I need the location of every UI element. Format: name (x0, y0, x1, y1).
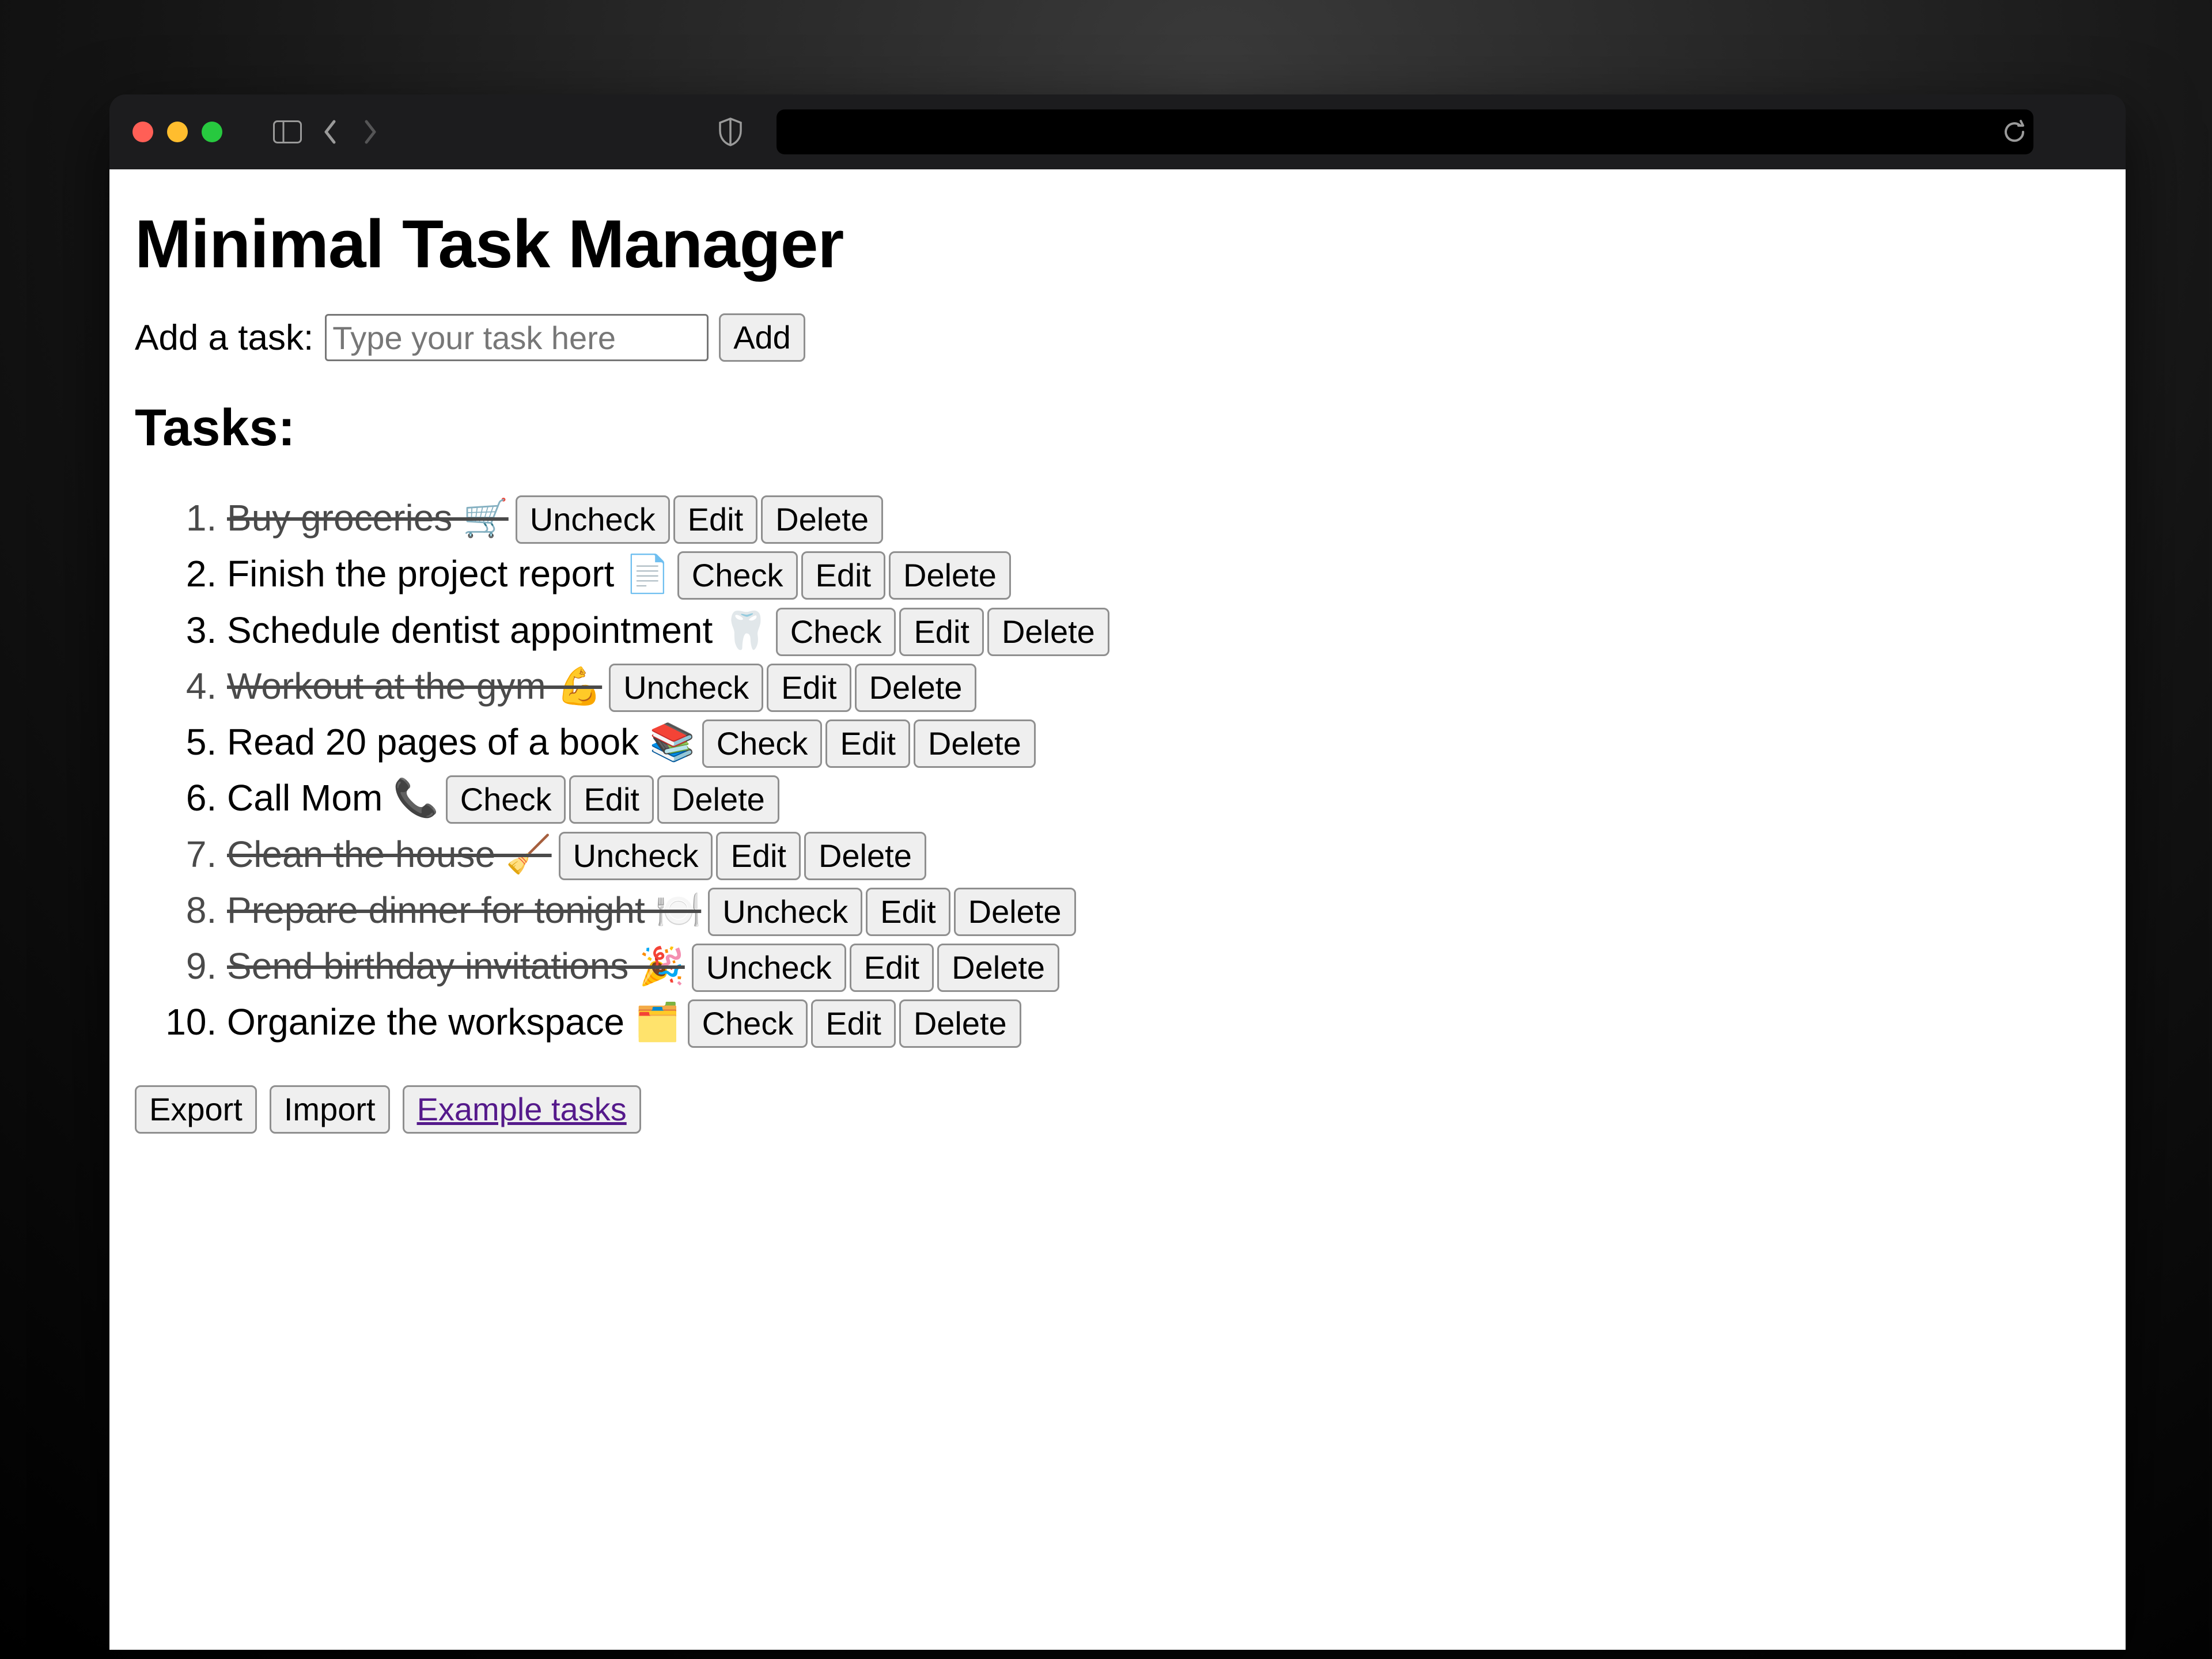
task-row-buttons: CheckEditDelete (442, 777, 779, 819)
delete-button[interactable]: Delete (954, 888, 1076, 936)
delete-button[interactable]: Delete (937, 944, 1059, 992)
task-row: Clean the house 🧹UncheckEditDelete (227, 827, 2100, 882)
delete-button[interactable]: Delete (804, 832, 926, 880)
address-bar[interactable] (777, 109, 2033, 154)
delete-button[interactable]: Delete (889, 551, 1011, 600)
task-row: Workout at the gym 💪UncheckEditDelete (227, 658, 2100, 714)
task-row-buttons: UncheckEditDelete (555, 834, 926, 875)
task-row: Finish the project report 📄CheckEditDele… (227, 546, 2100, 602)
page-title: Minimal Task Manager (135, 205, 2100, 283)
sidebar-toggle-icon[interactable] (273, 120, 302, 143)
tasks-heading: Tasks: (135, 399, 2100, 458)
edit-button[interactable]: Edit (569, 775, 654, 824)
example-tasks-button[interactable]: Example tasks (403, 1085, 641, 1134)
edit-button[interactable]: Edit (899, 608, 984, 656)
delete-button[interactable]: Delete (914, 719, 1036, 768)
task-text: Schedule dentist appointment 🦷 (227, 609, 769, 651)
task-text: Workout at the gym 💪 (227, 665, 602, 707)
privacy-shield-icon[interactable] (718, 117, 743, 147)
delete-button[interactable]: Delete (987, 608, 1109, 656)
edit-button[interactable]: Edit (673, 495, 758, 544)
edit-button[interactable]: Edit (850, 944, 934, 992)
task-text: Read 20 pages of a book 📚 (227, 721, 695, 763)
task-row-buttons: CheckEditDelete (674, 553, 1011, 594)
edit-button[interactable]: Edit (825, 719, 910, 768)
task-row: Read 20 pages of a book 📚CheckEditDelete (227, 714, 2100, 770)
task-row: Send birthday invitations 🎉UncheckEditDe… (227, 938, 2100, 994)
check-button[interactable]: Check (688, 999, 808, 1048)
import-button[interactable]: Import (270, 1085, 390, 1134)
task-row-buttons: UncheckEditDelete (512, 497, 883, 539)
minimize-window-button[interactable] (167, 122, 188, 142)
task-row-buttons: CheckEditDelete (699, 721, 1036, 763)
task-row: Call Mom 📞CheckEditDelete (227, 770, 2100, 826)
uncheck-button[interactable]: Uncheck (692, 944, 846, 992)
task-text: Send birthday invitations 🎉 (227, 945, 685, 987)
uncheck-button[interactable]: Uncheck (559, 832, 713, 880)
task-row: Prepare dinner for tonight 🍽️UncheckEdit… (227, 882, 2100, 938)
uncheck-button[interactable]: Uncheck (609, 664, 763, 712)
add-task-row: Add a task: Add (135, 313, 2100, 362)
check-button[interactable]: Check (702, 719, 823, 768)
delete-button[interactable]: Delete (657, 775, 779, 824)
task-row-buttons: UncheckEditDelete (688, 945, 1059, 987)
task-row: Organize the workspace 🗂️CheckEditDelete (227, 994, 2100, 1050)
task-row-buttons: UncheckEditDelete (704, 889, 1075, 931)
delete-button[interactable]: Delete (899, 999, 1021, 1048)
task-row: Schedule dentist appointment 🦷CheckEditD… (227, 603, 2100, 658)
edit-button[interactable]: Edit (866, 888, 950, 936)
edit-button[interactable]: Edit (716, 832, 801, 880)
edit-button[interactable]: Edit (801, 551, 886, 600)
task-text: Call Mom 📞 (227, 777, 439, 819)
add-task-label: Add a task: (135, 317, 313, 358)
check-button[interactable]: Check (446, 775, 566, 824)
task-row: Buy groceries 🛒UncheckEditDelete (227, 490, 2100, 546)
page-content: Minimal Task Manager Add a task: Add Tas… (109, 169, 2126, 1650)
browser-window: Minimal Task Manager Add a task: Add Tas… (109, 94, 2126, 1650)
check-button[interactable]: Check (776, 608, 896, 656)
edit-button[interactable]: Edit (811, 999, 896, 1048)
check-button[interactable]: Check (677, 551, 798, 600)
task-text: Organize the workspace 🗂️ (227, 1001, 681, 1043)
reload-button[interactable] (2001, 94, 2028, 169)
add-task-button[interactable]: Add (719, 313, 805, 362)
window-controls (132, 122, 222, 142)
export-button[interactable]: Export (135, 1085, 257, 1134)
uncheck-button[interactable]: Uncheck (516, 495, 670, 544)
close-window-button[interactable] (132, 122, 153, 142)
task-row-buttons: CheckEditDelete (684, 1001, 1021, 1043)
back-button[interactable] (321, 119, 339, 145)
footer-actions: Export Import Example tasks (135, 1085, 2100, 1134)
edit-button[interactable]: Edit (767, 664, 851, 712)
delete-button[interactable]: Delete (761, 495, 883, 544)
uncheck-button[interactable]: Uncheck (708, 888, 862, 936)
delete-button[interactable]: Delete (855, 664, 977, 712)
task-text: Clean the house 🧹 (227, 834, 552, 875)
task-text: Finish the project report 📄 (227, 553, 671, 594)
fullscreen-window-button[interactable] (202, 122, 222, 142)
titlebar (109, 94, 2126, 169)
task-row-buttons: CheckEditDelete (772, 609, 1109, 651)
forward-button[interactable] (362, 119, 379, 145)
task-text: Buy groceries 🛒 (227, 497, 509, 539)
task-text: Prepare dinner for tonight 🍽️ (227, 889, 701, 931)
task-row-buttons: UncheckEditDelete (605, 665, 976, 707)
new-task-input[interactable] (325, 314, 709, 361)
tasks-list: Buy groceries 🛒UncheckEditDeleteFinish t… (135, 490, 2100, 1051)
